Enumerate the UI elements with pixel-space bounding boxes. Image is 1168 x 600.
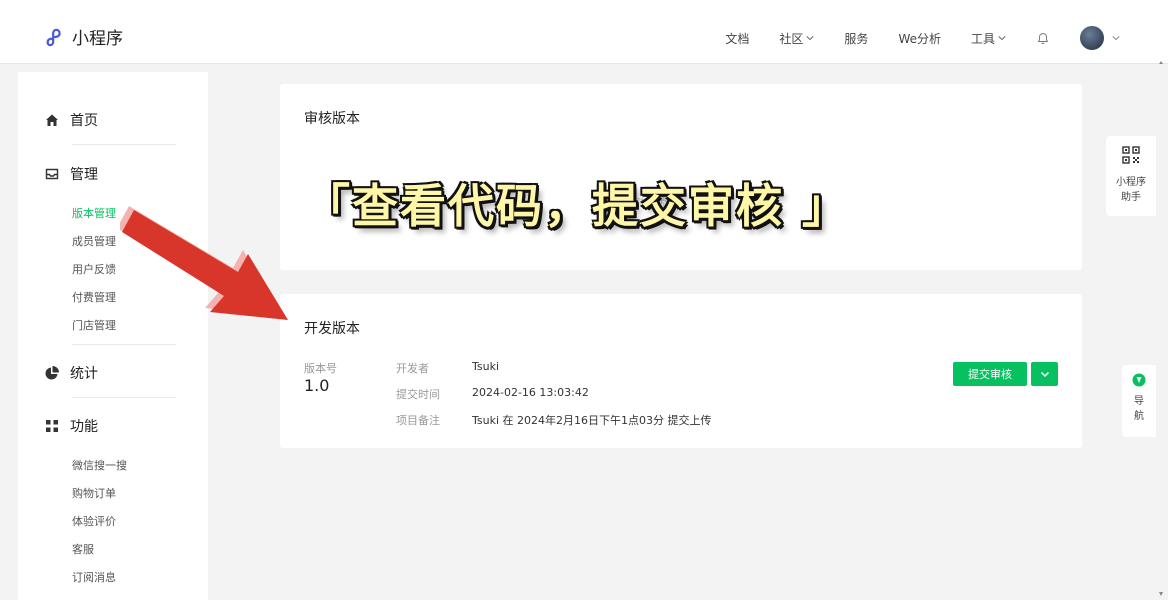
account-menu[interactable] bbox=[1080, 26, 1120, 50]
divider bbox=[72, 397, 176, 398]
sidebar-subitem-user-feedback[interactable]: 用户反馈 bbox=[72, 261, 116, 277]
sidebar-subitem-subscription-message[interactable]: 订阅消息 bbox=[72, 569, 116, 585]
divider bbox=[72, 144, 176, 145]
nav-service[interactable]: 服务 bbox=[844, 30, 868, 47]
red-arrow-annotation-icon bbox=[120, 206, 288, 320]
review-card-title: 审核版本 bbox=[304, 111, 360, 127]
top-bar: 小程序 文档 社区 服务 We分析 工具 bbox=[0, 0, 1168, 64]
app-title: 小程序 bbox=[72, 29, 123, 49]
nav-tools-label: 工具 bbox=[970, 31, 995, 46]
submit-time-value: 2024-02-16 13:03:42 bbox=[472, 386, 589, 399]
sidebar-subitem-member-manage[interactable]: 成员管理 bbox=[72, 233, 116, 249]
home-icon bbox=[46, 114, 58, 126]
sidebar-subitem-payment-manage[interactable]: 付费管理 bbox=[72, 289, 116, 305]
submit-time-label: 提交时间 bbox=[396, 388, 440, 401]
nav-label-line1: 导 bbox=[1134, 396, 1144, 407]
sidebar-item-features[interactable]: 功能 bbox=[44, 416, 98, 436]
sidebar-subitem-version-manage[interactable]: 版本管理 bbox=[72, 205, 116, 221]
nav-label-line2: 航 bbox=[1134, 411, 1144, 422]
app-root: 小程序 文档 社区 服务 We分析 工具 首页 管理 版本管理 成员管理 用户反… bbox=[0, 0, 1168, 600]
assistant-label-line1: 小程序 bbox=[1116, 177, 1146, 188]
divider bbox=[72, 344, 176, 345]
qr-code-icon bbox=[1122, 146, 1140, 164]
scrollbar[interactable] bbox=[1158, 60, 1164, 600]
chevron-down-icon bbox=[806, 36, 814, 41]
version-label: 版本号 bbox=[304, 362, 337, 375]
sidebar-item-manage[interactable]: 管理 bbox=[44, 164, 98, 184]
nav-docs[interactable]: 文档 bbox=[725, 30, 749, 47]
nav-community[interactable]: 社区 bbox=[779, 30, 814, 47]
chevron-down-icon bbox=[1040, 371, 1049, 378]
sidebar-subitem-customer-service[interactable]: 客服 bbox=[72, 541, 94, 557]
overlay-caption: 「查看代码，提交审核 」 bbox=[304, 179, 851, 233]
nav-community-label: 社区 bbox=[779, 31, 804, 46]
chevron-down-icon bbox=[998, 36, 1006, 41]
pie-chart-icon bbox=[45, 366, 59, 380]
sidebar-item-label: 管理 bbox=[70, 167, 98, 183]
sidebar-subitem-store-manage[interactable]: 门店管理 bbox=[72, 317, 116, 333]
submit-review-button[interactable]: 提交审核 bbox=[953, 362, 1027, 386]
bell-icon bbox=[1037, 33, 1049, 44]
nav-analytics[interactable]: We分析 bbox=[898, 30, 941, 47]
submit-options-dropdown-button[interactable] bbox=[1031, 362, 1058, 386]
note-value: Tsuki 在 2024年2月16日下午1点03分 提交上传 bbox=[472, 414, 712, 427]
compass-icon bbox=[1132, 373, 1146, 387]
avatar bbox=[1080, 26, 1104, 50]
guide-nav-widget[interactable]: 导 航 bbox=[1122, 365, 1156, 437]
assistant-label-line2: 助手 bbox=[1121, 192, 1141, 203]
sidebar-item-home[interactable]: 首页 bbox=[44, 110, 98, 130]
version-number: 1.0 bbox=[304, 376, 330, 395]
developer-value: Tsuki bbox=[472, 360, 500, 373]
sidebar-subitem-wechat-search[interactable]: 微信搜一搜 bbox=[72, 457, 127, 473]
nav-tools[interactable]: 工具 bbox=[971, 30, 1006, 47]
miniprogram-logo-icon bbox=[46, 28, 61, 46]
logo[interactable]: 小程序 bbox=[44, 24, 123, 49]
dev-version-card: 开发版本 版本号 1.0 开发者 Tsuki 提交时间 2024-02-16 1… bbox=[280, 294, 1082, 448]
dev-card-title: 开发版本 bbox=[304, 321, 360, 337]
grid-icon bbox=[46, 420, 58, 432]
sidebar-item-label: 首页 bbox=[70, 113, 98, 129]
note-label: 项目备注 bbox=[396, 414, 440, 427]
miniprogram-assistant-widget[interactable]: 小程序 助手 bbox=[1106, 136, 1156, 216]
sidebar-subitem-shopping-orders[interactable]: 购物订单 bbox=[72, 485, 116, 501]
sidebar-item-stats[interactable]: 统计 bbox=[44, 363, 98, 383]
inbox-icon bbox=[45, 168, 59, 180]
sidebar-item-label: 统计 bbox=[70, 366, 98, 382]
sidebar-subitem-experience-review[interactable]: 体验评价 bbox=[72, 513, 116, 529]
top-nav: 文档 社区 服务 We分析 工具 bbox=[695, 26, 1120, 50]
developer-label: 开发者 bbox=[396, 362, 429, 375]
sidebar-item-label: 功能 bbox=[70, 419, 98, 435]
chevron-down-icon bbox=[1112, 36, 1120, 41]
notification-button[interactable] bbox=[1036, 31, 1050, 45]
